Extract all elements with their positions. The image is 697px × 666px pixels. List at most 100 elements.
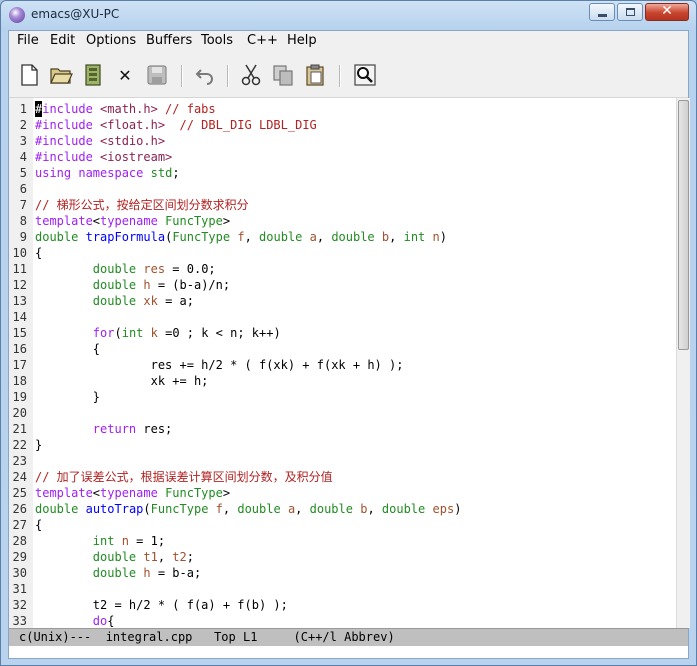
menu-tools[interactable]: Tools bbox=[201, 33, 233, 48]
code-text: { bbox=[35, 518, 43, 532]
window-title: emacs@XU-PC bbox=[31, 7, 120, 21]
line-number: 14 bbox=[12, 310, 27, 324]
line-number: 25 bbox=[12, 486, 27, 500]
line-number: 18 bbox=[12, 374, 27, 388]
token: double bbox=[92, 294, 137, 308]
token: < bbox=[92, 486, 101, 500]
token: , bbox=[367, 502, 382, 516]
token: xk bbox=[143, 294, 158, 308]
token: double bbox=[35, 230, 79, 244]
maximize-icon bbox=[626, 8, 635, 16]
line-number: 19 bbox=[12, 390, 27, 404]
token: FuncType bbox=[165, 486, 223, 500]
menu-help[interactable]: Help bbox=[287, 33, 317, 48]
token: < bbox=[92, 214, 101, 228]
token: double bbox=[35, 502, 79, 516]
token: double bbox=[259, 230, 303, 244]
token: int bbox=[121, 326, 144, 340]
dired-icon[interactable] bbox=[81, 63, 105, 87]
token: <stdio.h> bbox=[92, 134, 166, 148]
kill-buffer-icon[interactable]: ✕ bbox=[113, 63, 137, 87]
token: std bbox=[150, 166, 173, 180]
token: t1 bbox=[143, 550, 158, 564]
token: = 1; bbox=[128, 534, 166, 548]
token: FuncType bbox=[172, 230, 231, 244]
token: double bbox=[92, 566, 137, 580]
token: for bbox=[92, 326, 115, 340]
token: double bbox=[92, 550, 137, 564]
line-number: 27 bbox=[12, 518, 27, 532]
token: double bbox=[331, 230, 375, 244]
token: , bbox=[295, 502, 310, 516]
token: a bbox=[309, 230, 317, 244]
toolbar-separator bbox=[227, 65, 229, 87]
token: , bbox=[222, 502, 238, 516]
title-bar[interactable]: emacs@XU-PC ✕ bbox=[1, 1, 696, 29]
token: double bbox=[309, 502, 353, 516]
code-text: xk += h; bbox=[35, 374, 209, 388]
undo-icon[interactable] bbox=[193, 63, 217, 87]
comment: // 加了误差公式，根据误差计算区间划分数，及积分值 bbox=[35, 470, 333, 484]
token: typename bbox=[100, 486, 158, 500]
menu-file[interactable]: File bbox=[17, 33, 39, 48]
token: autoTrap bbox=[85, 502, 144, 516]
token: #include bbox=[35, 118, 93, 132]
search-icon[interactable] bbox=[353, 63, 377, 87]
token: namespace bbox=[78, 166, 144, 180]
code-text: } bbox=[35, 438, 43, 452]
token: double bbox=[237, 502, 281, 516]
cut-icon[interactable] bbox=[239, 63, 263, 87]
token: #include bbox=[35, 102, 93, 116]
copy-icon[interactable] bbox=[271, 63, 295, 87]
mode-line[interactable]: c(Unix)--- integral.cpp Top L1 (C++/l Ab… bbox=[9, 628, 688, 646]
token: typename bbox=[100, 214, 158, 228]
new-file-icon[interactable] bbox=[17, 63, 41, 87]
minimize-button[interactable] bbox=[589, 3, 615, 21]
token: , bbox=[157, 550, 173, 564]
line-number: 31 bbox=[12, 582, 27, 596]
maximize-button[interactable] bbox=[617, 3, 643, 21]
token: ; bbox=[172, 166, 180, 180]
token: ) bbox=[439, 230, 447, 244]
line-number: 3 bbox=[19, 134, 27, 148]
comment: // 梯形公式，按给定区间划分数求积分 bbox=[35, 198, 249, 212]
minimize-icon bbox=[598, 14, 607, 17]
token: template bbox=[35, 214, 93, 228]
line-number: 29 bbox=[12, 550, 27, 564]
vertical-scrollbar[interactable] bbox=[676, 98, 690, 628]
token: FuncType bbox=[165, 214, 223, 228]
line-number: 33 bbox=[12, 614, 27, 628]
editor-buffer[interactable]: 1 #include <math.h> // fabs 2 #include <fl… bbox=[9, 98, 688, 628]
token: t2 bbox=[172, 550, 187, 564]
menu-buffers[interactable]: Buffers bbox=[146, 33, 192, 48]
token: do bbox=[92, 614, 108, 628]
line-number: 20 bbox=[12, 406, 27, 420]
menu-edit[interactable]: Edit bbox=[50, 33, 75, 48]
token: n bbox=[121, 534, 129, 548]
open-folder-icon[interactable] bbox=[49, 63, 73, 87]
toolbar-separator bbox=[181, 65, 183, 87]
close-button[interactable]: ✕ bbox=[645, 3, 689, 21]
emacs-app-icon bbox=[9, 7, 25, 23]
line-number: 23 bbox=[12, 454, 27, 468]
code-text: t2 = h/2 * ( f(a) + f(b) ); bbox=[35, 598, 288, 612]
scrollbar-thumb[interactable] bbox=[678, 100, 689, 350]
paste-icon[interactable] bbox=[303, 63, 327, 87]
code-text: { bbox=[35, 246, 43, 260]
toolbar-separator bbox=[339, 65, 341, 87]
line-number: 30 bbox=[12, 566, 27, 580]
line-number: 22 bbox=[12, 438, 27, 452]
token: #include bbox=[35, 134, 93, 148]
menu-cpp[interactable]: C++ bbox=[247, 33, 278, 48]
menu-options[interactable]: Options bbox=[86, 33, 136, 48]
minibuffer[interactable] bbox=[9, 646, 688, 658]
token: =0 ; k < n; k++) bbox=[157, 326, 281, 340]
save-icon[interactable] bbox=[145, 63, 169, 87]
line-number: 7 bbox=[19, 198, 27, 212]
